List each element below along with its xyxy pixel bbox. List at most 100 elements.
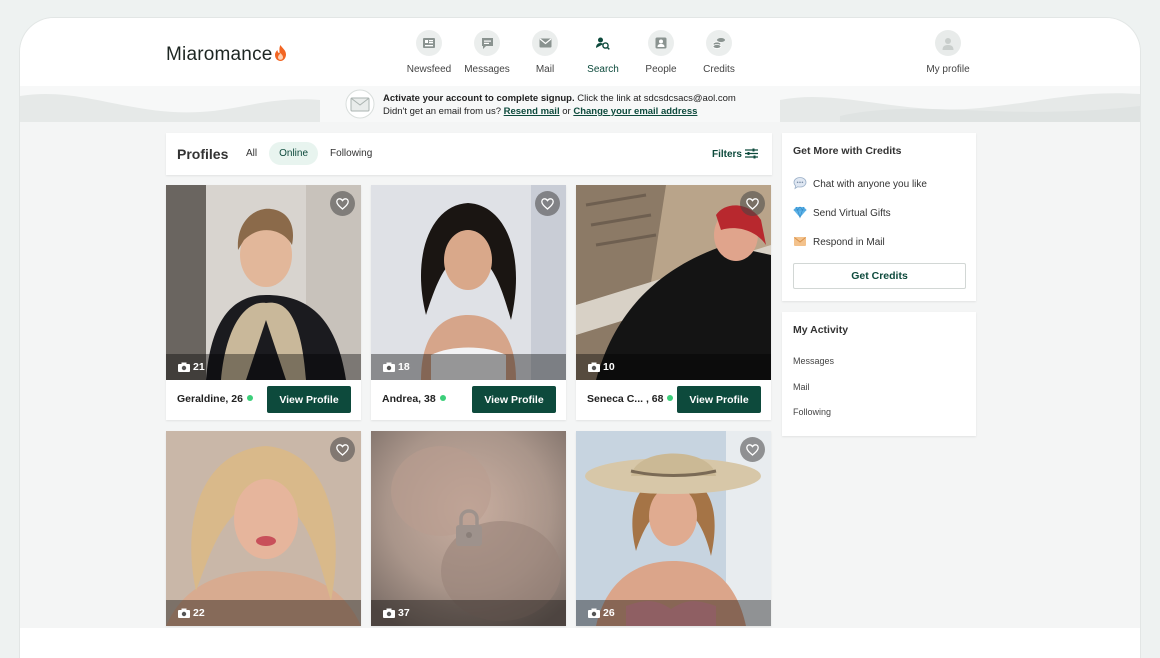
tab-all[interactable]: All [236,142,267,165]
banner-text: Activate your account to complete signup… [383,92,736,118]
heart-icon [336,443,349,456]
banner-line1: Click the link at sdcsdcsacs@aol.com [574,93,736,104]
profile-card: 26 [576,431,771,626]
change-email-link[interactable]: Change your email address [573,106,697,117]
envelope-icon [794,237,806,246]
photo-count-value: 37 [398,607,410,619]
people-icon [655,37,667,49]
heart-icon [336,197,349,210]
photo-count-value: 10 [603,361,615,373]
flame-icon [274,45,286,61]
photo-count-value: 21 [193,361,205,373]
profile-photo[interactable]: 26 [576,431,771,626]
profile-name: Seneca C... , 68 [587,393,674,405]
credit-feature-label: Send Virtual Gifts [813,208,891,219]
banner-line2: Didn't get an email from us? [383,106,504,117]
nav-mail[interactable]: Mail [516,30,574,75]
credits-title: Get More with Credits [793,145,902,157]
photo-placeholder [371,185,566,380]
banner-or: or [559,106,574,117]
nav-newsfeed[interactable]: Newsfeed [400,30,458,75]
credit-feature-label: Chat with anyone you like [813,179,927,190]
tab-online[interactable]: Online [269,142,319,165]
profile-name: Geraldine, 26 [177,393,253,405]
photo-placeholder [576,431,771,626]
chat-bubble-icon [793,177,807,190]
nav-credits[interactable]: Credits [690,30,748,75]
activity-item-mail[interactable]: Mail [793,382,810,392]
resend-mail-link[interactable]: Resend mail [504,106,560,117]
photo-count: 10 [588,361,615,373]
camera-icon [383,608,395,618]
my-profile-label: My profile [926,64,970,75]
profile-card: 10 Seneca C... , 68 View Profile [576,185,771,420]
photo-count: 26 [588,607,615,619]
credits-panel: Get More with Credits Chat with anyone y… [782,133,976,301]
photo-count: 22 [178,607,205,619]
heart-icon [541,197,554,210]
profile-name-text: Seneca C... , 68 [587,393,664,405]
camera-icon [588,608,600,618]
photo-count: 37 [383,607,410,619]
logo-text: Miaromance [166,44,273,65]
activity-title: My Activity [793,324,849,336]
activity-item-following[interactable]: Following [793,407,831,417]
profiles-title: Profiles [177,146,229,162]
photo-count: 18 [383,361,410,373]
nav-label: Credits [703,64,735,75]
logo[interactable]: Miaromance [166,44,287,66]
nav-label: Newsfeed [406,64,452,75]
app-window: Miaromance Newsfeed Messages Mail Search [20,18,1140,658]
profile-card: 21 Geraldine, 26 View Profile [166,185,361,420]
profile-card-locked: 37 [371,431,566,626]
nav-my-profile[interactable]: My profile [918,30,978,75]
messages-icon [481,37,493,49]
heart-icon [746,443,759,456]
photo-placeholder [166,185,361,380]
profile-card: 22 [166,431,361,626]
main-nav: Newsfeed Messages Mail Search People Cre… [400,30,748,75]
heart-icon [746,197,759,210]
online-indicator [439,395,446,401]
favorite-button[interactable] [535,191,560,216]
nav-label: Messages [464,64,510,75]
credits-icon [712,38,725,49]
card-footer: Andrea, 38 View Profile [371,380,566,420]
favorite-button[interactable] [330,191,355,216]
bottom-strip [20,628,1140,658]
activation-banner: Activate your account to complete signup… [20,86,1140,122]
credit-feature-label: Respond in Mail [813,237,885,248]
photo-count-value: 22 [193,607,205,619]
camera-icon [178,362,190,372]
camera-icon [178,608,190,618]
nav-label: People [645,64,677,75]
profile-photo[interactable]: 18 [371,185,566,380]
photo-placeholder [576,185,771,380]
newsfeed-icon [423,38,435,48]
get-credits-button[interactable]: Get Credits [793,263,966,289]
nav-people[interactable]: People [632,30,690,75]
mail-icon [539,38,551,48]
diamond-icon [793,206,807,219]
view-profile-button[interactable]: View Profile [677,386,761,413]
profile-photo[interactable]: 21 [166,185,361,380]
photo-count-value: 18 [398,361,410,373]
profile-photo[interactable]: 10 [576,185,771,380]
favorite-button[interactable] [740,191,765,216]
profile-photo[interactable]: 22 [166,431,361,626]
favorite-button[interactable] [740,437,765,462]
credit-feature: Respond in Mail [793,234,885,248]
sliders-icon [745,148,758,159]
view-profile-button[interactable]: View Profile [472,386,556,413]
view-profile-button[interactable]: View Profile [267,386,351,413]
profile-photo-blurred[interactable]: 37 [371,431,566,626]
favorite-button[interactable] [330,437,355,462]
profile-card: 18 Andrea, 38 View Profile [371,185,566,420]
profile-name: Andrea, 38 [382,393,446,405]
tab-following[interactable]: Following [320,142,382,165]
nav-search[interactable]: Search [574,30,632,75]
filters-button[interactable]: Filters [712,148,758,160]
activity-item-messages[interactable]: Messages [793,356,834,366]
nav-messages[interactable]: Messages [458,30,516,75]
camera-icon [383,362,395,372]
